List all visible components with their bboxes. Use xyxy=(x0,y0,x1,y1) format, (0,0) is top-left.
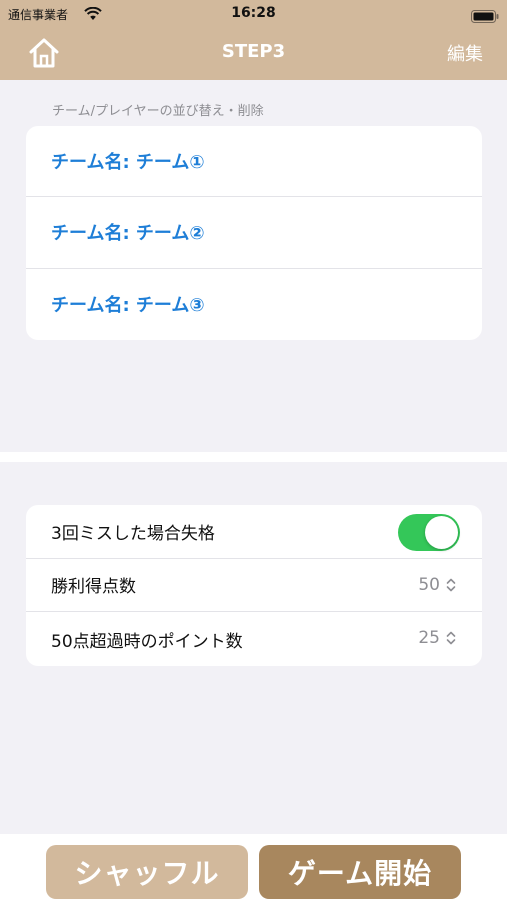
over50-value: 25 xyxy=(418,628,440,649)
home-icon xyxy=(29,38,59,68)
shuffle-button[interactable]: シャッフル xyxy=(46,845,248,899)
header: 通信事業者 16:28 STEP3 編集 xyxy=(0,0,507,80)
bottom-action-bar: シャッフル ゲーム開始 xyxy=(0,834,507,900)
winning-score-picker[interactable]: 50 xyxy=(418,575,456,595)
disqualify-label: 3回ミスした場合失格 xyxy=(51,523,215,544)
team-row-2[interactable]: チーム名: チーム② xyxy=(26,197,482,269)
team-list: チーム名: チーム① チーム名: チーム② チーム名: チーム③ xyxy=(26,126,482,340)
winning-score-label: 勝利得点数 xyxy=(51,577,136,598)
team-row-1[interactable]: チーム名: チーム① xyxy=(26,126,482,198)
over50-label: 50点超過時のポイント数 xyxy=(51,631,243,652)
disqualify-toggle[interactable] xyxy=(398,514,460,551)
setting-row-winning-score: 勝利得点数 50 xyxy=(26,559,482,613)
teams-section-header: チーム/プレイヤーの並び替え・削除 xyxy=(52,104,264,119)
setting-row-disqualify: 3回ミスした場合失格 xyxy=(26,505,482,559)
winning-score-value: 50 xyxy=(418,574,440,595)
page-title: STEP3 xyxy=(221,41,286,62)
status-bar: 通信事業者 16:28 xyxy=(0,0,507,28)
battery-icon xyxy=(471,8,499,27)
toggle-knob xyxy=(425,516,458,549)
section-divider xyxy=(0,452,507,462)
start-game-button[interactable]: ゲーム開始 xyxy=(259,845,461,899)
over50-picker[interactable]: 25 xyxy=(418,628,456,648)
nav-bar: STEP3 編集 xyxy=(0,28,507,80)
status-time: 16:28 xyxy=(231,5,276,21)
setting-row-over50: 50点超過時のポイント数 25 xyxy=(26,612,482,666)
chevron-up-down-icon xyxy=(446,578,456,591)
home-button[interactable] xyxy=(27,37,61,69)
chevron-up-down-icon xyxy=(446,632,456,645)
team-row-3[interactable]: チーム名: チーム③ xyxy=(26,269,482,340)
settings-list: 3回ミスした場合失格 勝利得点数 50 50点超過時のポイント数 25 xyxy=(26,505,482,666)
edit-button[interactable]: 編集 xyxy=(447,40,483,66)
